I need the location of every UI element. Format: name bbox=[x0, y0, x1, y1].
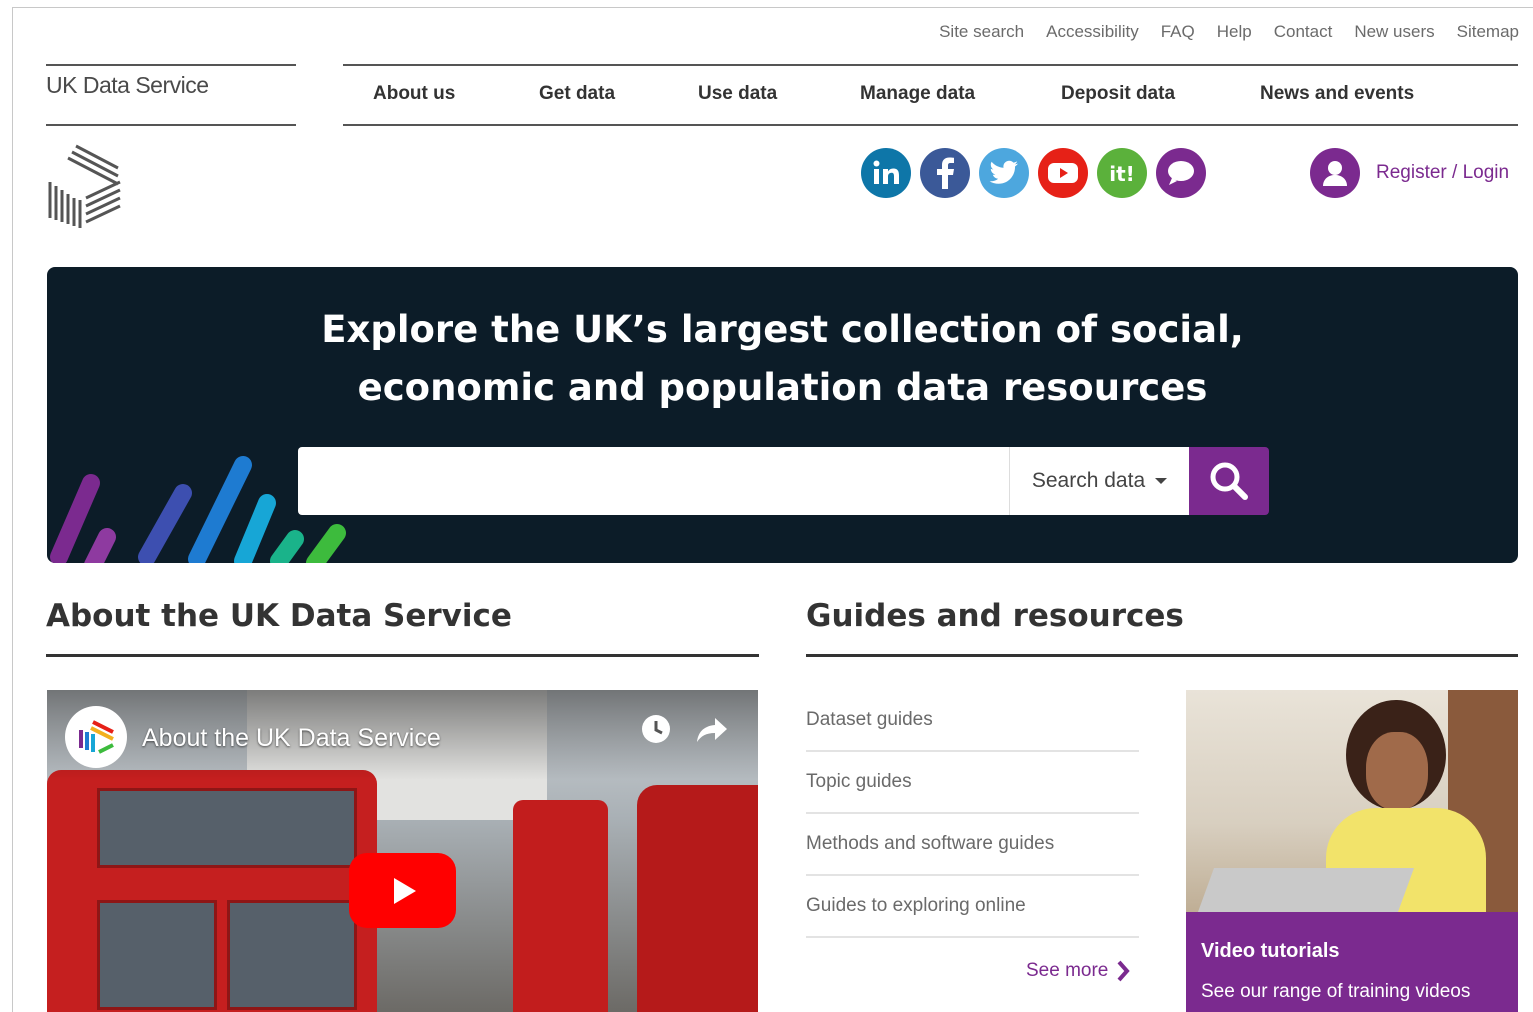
tutorial-title: Video tutorials bbox=[1201, 940, 1340, 962]
video-scene-bus bbox=[637, 785, 758, 1012]
user-icon[interactable] bbox=[1310, 148, 1360, 198]
search-icon bbox=[1210, 462, 1248, 500]
utility-link-faq[interactable]: FAQ bbox=[1161, 22, 1195, 42]
main-nav: About us Get data Use data Manage data D… bbox=[343, 64, 1518, 126]
hero-banner: Explore the UK’s largest collection of s… bbox=[47, 267, 1518, 563]
guides-section-title: Guides and resources bbox=[806, 598, 1184, 634]
nav-about-us[interactable]: About us bbox=[373, 83, 455, 105]
register-login-link[interactable]: Register / Login bbox=[1376, 162, 1509, 184]
jiscmail-icon[interactable]: it! bbox=[1097, 148, 1147, 198]
guides-list: Dataset guides Topic guides Methods and … bbox=[806, 690, 1139, 938]
tutorial-caption: Video tutorials See our range of trainin… bbox=[1186, 912, 1518, 1012]
guide-link-dataset[interactable]: Dataset guides bbox=[806, 690, 1139, 752]
chevron-right-icon bbox=[1117, 960, 1131, 982]
utility-nav: Site search Accessibility FAQ Help Conta… bbox=[939, 22, 1519, 42]
youtube-icon[interactable] bbox=[1038, 148, 1088, 198]
utility-link-contact[interactable]: Contact bbox=[1274, 22, 1333, 42]
video-scene-bus bbox=[47, 770, 377, 1012]
watch-later-icon[interactable] bbox=[639, 712, 673, 746]
utility-link-sitemap[interactable]: Sitemap bbox=[1457, 22, 1519, 42]
facebook-icon[interactable] bbox=[920, 148, 970, 198]
hero-title: Explore the UK’s largest collection of s… bbox=[321, 308, 1244, 409]
see-more-label: See more bbox=[1026, 960, 1109, 981]
play-icon bbox=[393, 877, 416, 904]
social-links: it! bbox=[861, 148, 1206, 198]
tutorial-photo bbox=[1186, 690, 1518, 918]
about-section-rule bbox=[46, 654, 759, 657]
nav-news-and-events[interactable]: News and events bbox=[1260, 83, 1414, 105]
nav-manage-data[interactable]: Manage data bbox=[860, 83, 975, 105]
see-more-link[interactable]: See more bbox=[1026, 960, 1131, 982]
video-scene-bus bbox=[513, 800, 608, 1012]
nav-get-data[interactable]: Get data bbox=[539, 83, 615, 105]
brand-name: UK Data Service bbox=[46, 72, 209, 98]
nav-use-data[interactable]: Use data bbox=[698, 83, 777, 105]
search-button[interactable] bbox=[1189, 447, 1269, 515]
utility-link-help[interactable]: Help bbox=[1217, 22, 1252, 42]
account-area: Register / Login bbox=[1310, 148, 1509, 198]
search-bar: Search data bbox=[298, 447, 1269, 515]
utility-link-new-users[interactable]: New users bbox=[1354, 22, 1434, 42]
nav-deposit-data[interactable]: Deposit data bbox=[1061, 83, 1175, 105]
share-icon[interactable] bbox=[695, 712, 729, 746]
video-title[interactable]: About the UK Data Service bbox=[142, 724, 441, 753]
guide-link-exploring-online[interactable]: Guides to exploring online bbox=[806, 876, 1139, 938]
play-button[interactable] bbox=[349, 853, 456, 928]
brand-header[interactable]: UK Data Service bbox=[46, 64, 296, 126]
chat-icon[interactable] bbox=[1156, 148, 1206, 198]
twitter-icon[interactable] bbox=[979, 148, 1029, 198]
guides-section-rule bbox=[806, 654, 1518, 657]
utility-link-site-search[interactable]: Site search bbox=[939, 22, 1024, 42]
about-section-title: About the UK Data Service bbox=[46, 598, 512, 634]
guide-link-topic[interactable]: Topic guides bbox=[806, 752, 1139, 814]
guide-link-methods-software[interactable]: Methods and software guides bbox=[806, 814, 1139, 876]
utility-link-accessibility[interactable]: Accessibility bbox=[1046, 22, 1139, 42]
search-scope-label: Search data bbox=[1031, 469, 1146, 492]
search-input[interactable] bbox=[298, 447, 1009, 515]
linkedin-icon[interactable] bbox=[861, 148, 911, 198]
caret-down-icon bbox=[1155, 478, 1168, 484]
ukds-logo-icon[interactable] bbox=[46, 142, 122, 230]
video-player[interactable]: About the UK Data Service bbox=[47, 690, 758, 1012]
video-tutorials-card[interactable]: Video tutorials See our range of trainin… bbox=[1186, 690, 1518, 1012]
channel-logo-icon[interactable] bbox=[65, 706, 127, 768]
search-scope-dropdown[interactable]: Search data bbox=[1009, 447, 1189, 515]
svg-text:it!: it! bbox=[1109, 162, 1135, 186]
tutorial-subtitle: See our range of training videos bbox=[1201, 981, 1471, 1002]
